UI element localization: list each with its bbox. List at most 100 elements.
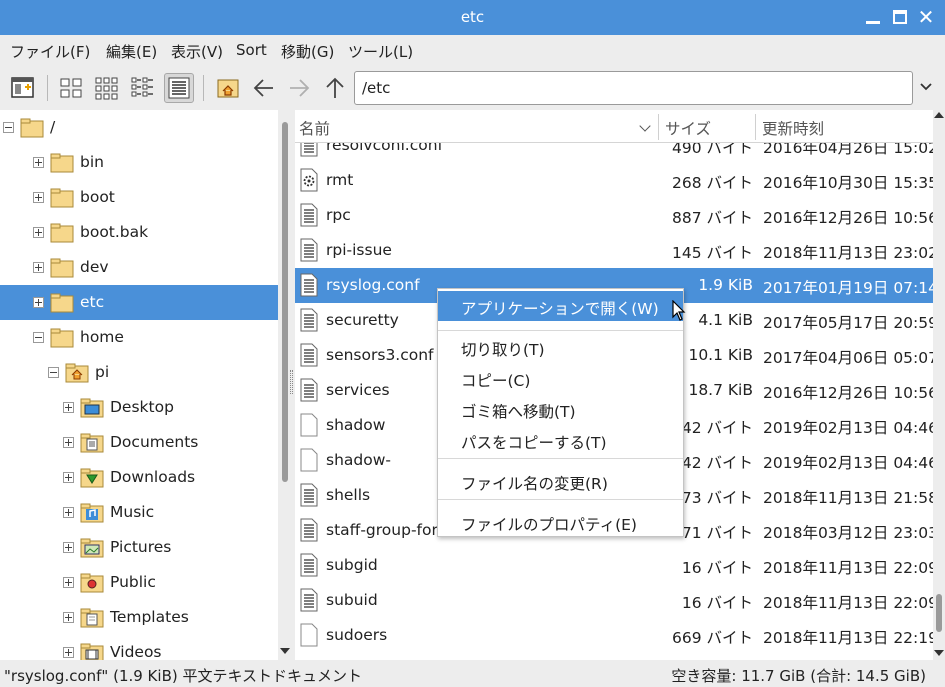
home-icon[interactable] — [213, 73, 243, 103]
up-arrow-icon[interactable] — [320, 73, 350, 103]
tree-item-home[interactable]: home — [0, 320, 278, 355]
tree-item-documents[interactable]: Documents — [0, 425, 278, 460]
thumbnail-view-icon[interactable] — [92, 73, 122, 103]
tree-item-dev[interactable]: dev — [0, 250, 278, 285]
expand-icon[interactable] — [63, 472, 74, 483]
file-modified: 2017年01月19日 07:14 — [763, 279, 933, 297]
context-menu: アプリケーションで開く(W) 切り取り(T) コピー(C) ゴミ箱へ移動(T) … — [437, 288, 684, 537]
menu-item-copy-path[interactable]: パスをコピーする(T) — [438, 425, 683, 455]
text-file-icon — [300, 203, 318, 227]
tree-item-desktop[interactable]: Desktop — [0, 390, 278, 425]
expand-icon[interactable] — [63, 577, 74, 588]
expand-icon[interactable] — [63, 612, 74, 623]
menu-go[interactable]: 移動(G) — [281, 41, 334, 62]
file-list-scrollbar[interactable] — [933, 110, 945, 660]
tree-item-label: Music — [110, 503, 155, 521]
tree-item-label: Downloads — [110, 468, 196, 486]
tree-item-music[interactable]: Music — [0, 495, 278, 530]
file-name: services — [326, 381, 390, 399]
folder-icon — [50, 292, 74, 313]
file-size: 16 バイト — [681, 559, 753, 577]
tree-item-label: boot — [80, 188, 115, 206]
chevron-down-icon[interactable] — [918, 79, 934, 95]
collapse-icon[interactable] — [3, 122, 14, 133]
directory-tree: / bin boot boot.bak dev etc home pi Desktop Docum… — [0, 110, 278, 660]
file-name: staff-group-for- — [326, 521, 443, 539]
tree-item-pi[interactable]: pi — [0, 355, 278, 390]
tree-item-downloads[interactable]: Downloads — [0, 460, 278, 495]
menu-file[interactable]: ファイル(F) — [10, 41, 90, 62]
tree-item-label: Pictures — [110, 538, 172, 556]
documents-folder-icon — [80, 432, 104, 453]
expand-icon[interactable] — [63, 402, 74, 413]
collapse-icon[interactable] — [48, 367, 59, 378]
tree-item-templates[interactable]: Templates — [0, 600, 278, 635]
downloads-folder-icon — [80, 467, 104, 488]
column-name[interactable]: 名前 — [299, 117, 330, 139]
file-name: rpi-issue — [326, 241, 392, 259]
pane-splitter-handle[interactable] — [290, 370, 293, 394]
collapse-icon[interactable] — [33, 332, 44, 343]
column-modified[interactable]: 更新時刻 — [762, 117, 824, 139]
location-input[interactable]: /etc — [354, 71, 913, 105]
file-size: 42 バイト — [681, 419, 753, 437]
expand-icon[interactable] — [33, 262, 44, 273]
tree-item-bin[interactable]: bin — [0, 145, 278, 180]
detail-list-view-icon[interactable] — [164, 73, 194, 103]
tree-item-pictures[interactable]: Pictures — [0, 530, 278, 565]
file-row[interactable]: rpc 887 バイト 2016年12月26日 10:56 — [295, 198, 933, 233]
file-row[interactable]: rpi-issue 145 バイト 2018年11月13日 23:02 — [295, 233, 933, 268]
menu-item-properties[interactable]: ファイルのプロパティ(E) — [438, 507, 683, 537]
back-arrow-icon[interactable] — [249, 73, 279, 103]
forward-arrow-icon[interactable] — [284, 73, 314, 103]
file-row[interactable]: subgid 16 バイト 2018年11月13日 22:09 — [295, 548, 933, 583]
expand-icon[interactable] — [33, 297, 44, 308]
expand-icon[interactable] — [63, 647, 74, 658]
file-row[interactable]: subuid 16 バイト 2018年11月13日 22:09 — [295, 583, 933, 618]
minimize-icon[interactable] — [864, 8, 882, 26]
file-row[interactable]: rmt 268 バイト 2016年10月30日 15:35 — [295, 163, 933, 198]
menu-view[interactable]: 表示(V) — [171, 41, 223, 62]
text-file-icon — [300, 238, 318, 262]
menu-edit[interactable]: 編集(E) — [106, 41, 157, 62]
expand-icon[interactable] — [63, 542, 74, 553]
tree-item-label: dev — [80, 258, 109, 276]
text-file-icon — [300, 588, 318, 612]
text-file-icon — [300, 553, 318, 577]
file-size: 42 バイト — [681, 454, 753, 472]
tree-item-videos[interactable]: Videos — [0, 635, 278, 660]
menu-sort[interactable]: Sort — [236, 41, 267, 59]
tree-item-label: bin — [80, 153, 104, 171]
tree-item-root[interactable]: / — [0, 110, 278, 145]
tree-item-public[interactable]: Public — [0, 565, 278, 600]
menu-item-rename[interactable]: ファイル名の変更(R) — [438, 466, 683, 496]
folder-icon — [50, 222, 74, 243]
tree-item-etc[interactable]: etc — [0, 285, 278, 320]
expand-icon[interactable] — [63, 507, 74, 518]
tree-item-boot[interactable]: boot — [0, 180, 278, 215]
menu-item-open-with[interactable]: アプリケーションで開く(W) — [438, 291, 683, 321]
tree-item-label: Public — [110, 573, 156, 591]
expand-icon[interactable] — [33, 227, 44, 238]
file-modified: 2018年11月13日 22:09 — [763, 559, 933, 577]
expand-icon[interactable] — [33, 157, 44, 168]
column-size[interactable]: サイズ — [665, 117, 711, 139]
maximize-icon[interactable] — [891, 8, 909, 26]
menu-item-move-to-trash[interactable]: ゴミ箱へ移動(T) — [438, 394, 683, 424]
home-folder-folder-icon — [65, 362, 89, 383]
file-size: 73 バイト — [681, 489, 753, 507]
public-folder-icon — [80, 572, 104, 593]
menu-item-cut[interactable]: 切り取り(T) — [438, 332, 683, 362]
new-window-icon[interactable] — [8, 73, 38, 103]
menu-item-copy[interactable]: コピー(C) — [438, 363, 683, 393]
tree-item-boot-bak[interactable]: boot.bak — [0, 215, 278, 250]
expand-icon[interactable] — [63, 437, 74, 448]
menu-tools[interactable]: ツール(L) — [348, 41, 413, 62]
expand-icon[interactable] — [33, 192, 44, 203]
close-icon[interactable]: ✕ — [917, 7, 935, 27]
file-row[interactable]: sudoers 669 バイト 2018年11月13日 22:19 — [295, 618, 933, 653]
icon-view-icon[interactable] — [56, 73, 86, 103]
file-size: 18.7 KiB — [688, 381, 753, 399]
compact-view-icon[interactable] — [128, 73, 158, 103]
folder-icon — [50, 152, 74, 173]
